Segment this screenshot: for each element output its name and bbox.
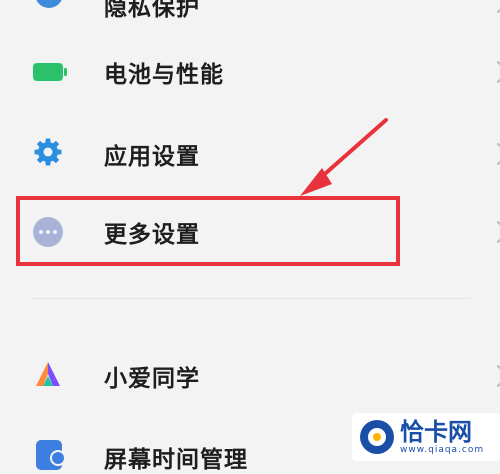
watermark-logo-icon: [360, 420, 394, 454]
annotation-arrow: [300, 118, 388, 196]
watermark-title: 恰卡网: [400, 418, 472, 446]
watermark: 恰卡网 www.qiaqa.com: [352, 413, 500, 461]
watermark-url: www.qiaqa.com: [400, 445, 485, 455]
